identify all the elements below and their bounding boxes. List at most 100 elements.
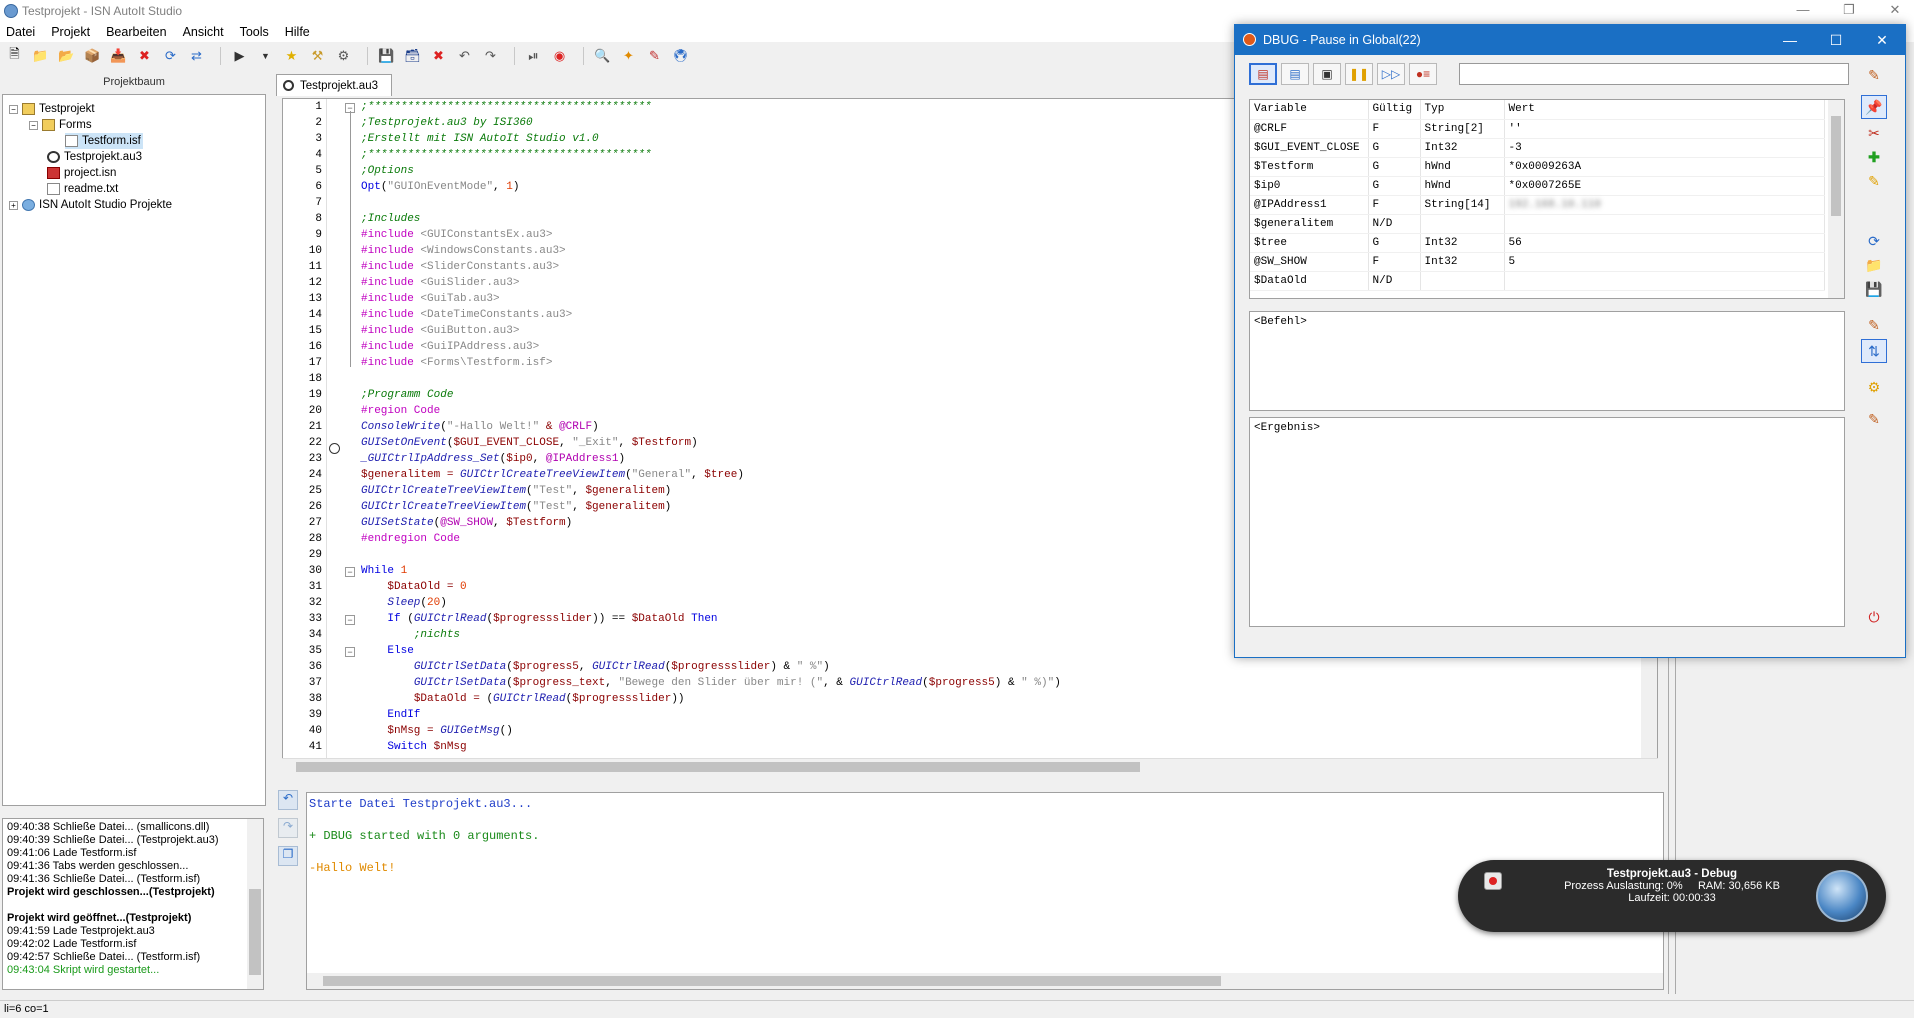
refresh-watch-icon[interactable]: ⟳ xyxy=(1861,229,1887,253)
log-line: 09:43:04 Skript wird gestartet... xyxy=(7,964,160,976)
open-icon[interactable]: 📁 xyxy=(1861,253,1887,277)
sort-icon[interactable]: ⇅ xyxy=(1861,339,1887,363)
menu-ansicht[interactable]: Ansicht xyxy=(183,25,224,39)
tab-testprojekt-au3[interactable]: Testprojekt.au3 xyxy=(276,74,392,96)
stop-debug-button[interactable] xyxy=(1484,872,1502,890)
power-icon[interactable]: ⏻ xyxy=(1861,605,1887,629)
scroll-thumb[interactable] xyxy=(296,762,1140,772)
open-folder-icon[interactable]: 📁 xyxy=(30,46,51,66)
step-into-button[interactable]: ▤ xyxy=(1249,63,1277,85)
save-icon[interactable]: 💾 xyxy=(1861,277,1887,301)
execute-icon[interactable]: ⚙ xyxy=(1861,375,1887,399)
column-header[interactable]: Wert xyxy=(1504,100,1825,120)
variable-row[interactable]: @IPAddress1 F String[14] 192.168.10.110 xyxy=(1250,195,1825,215)
log-scrollbar[interactable] xyxy=(247,819,263,989)
dbug-maximize-icon[interactable]: ☐ xyxy=(1813,25,1859,55)
menu-bearbeiten[interactable]: Bearbeiten xyxy=(106,25,166,39)
settings-icon[interactable]: ⚙ xyxy=(333,46,354,66)
tools-icon[interactable]: ⚒ xyxy=(307,46,328,66)
save-icon[interactable]: 💾 xyxy=(376,46,397,66)
run-icon[interactable]: ▶ xyxy=(229,46,250,66)
step-over-button[interactable]: ▤ xyxy=(1281,63,1309,85)
dbug-minimize-icon[interactable]: — xyxy=(1767,25,1813,55)
variable-row[interactable]: $generalitem N/D xyxy=(1250,214,1825,234)
pause-button[interactable]: ❚❚ xyxy=(1345,63,1373,85)
open-project-icon[interactable]: 📂 xyxy=(56,46,77,66)
pencil-icon[interactable]: ✎ xyxy=(644,46,665,66)
variable-row[interactable]: $ip0 GhWnd *0x0007265E xyxy=(1250,176,1825,196)
close-file-icon[interactable]: ✖ xyxy=(428,46,449,66)
line-number: 41 xyxy=(308,741,322,753)
fold-toggle-icon[interactable]: − xyxy=(345,615,355,625)
column-header[interactable]: Variable xyxy=(1250,100,1369,120)
tree-item-testprojekt[interactable]: − Testprojekt xyxy=(9,101,95,117)
add-icon[interactable]: ✚ xyxy=(1861,145,1887,169)
variable-row[interactable]: @CRLF F String[2] '' xyxy=(1250,119,1825,139)
breakpoint-marker[interactable] xyxy=(329,443,340,454)
menu-tools[interactable]: Tools xyxy=(240,25,269,39)
tree-item-testform[interactable]: Testform.isf xyxy=(65,133,143,149)
compare-icon[interactable]: ⇄ xyxy=(186,46,207,66)
variable-row[interactable]: $Testform GhWnd *0x0009263A xyxy=(1250,157,1825,177)
undo-icon[interactable]: ↶ xyxy=(454,46,475,66)
dbug-close-icon[interactable]: ✕ xyxy=(1859,25,1905,55)
line-number: 1 xyxy=(315,101,322,113)
search-icon[interactable]: 🔍 xyxy=(592,46,613,66)
dbug-expression-input[interactable] xyxy=(1459,63,1849,85)
vartable-scrollbar[interactable] xyxy=(1828,100,1844,298)
log-line: 09:41:36 Schließe Datei... (Testform.isf… xyxy=(7,873,201,885)
variables-table[interactable]: Variable Gültig Typ Wert @CRLF F String[2]… xyxy=(1249,99,1845,299)
scroll-thumb[interactable] xyxy=(1831,116,1841,216)
eraser-icon[interactable]: ✎ xyxy=(1861,63,1887,87)
variable-row[interactable]: $GUI_EVENT_CLOSE G Int32 -3 xyxy=(1250,138,1825,158)
cut-icon[interactable]: ✂ xyxy=(1861,121,1887,145)
new-file-icon[interactable]: 🗎 xyxy=(4,46,25,66)
edit-icon[interactable]: ✎ xyxy=(1861,169,1887,193)
scroll-thumb[interactable] xyxy=(323,976,1221,986)
restore-icon[interactable]: ❐ xyxy=(1832,0,1866,22)
variable-row[interactable]: $tree G Int32 56 xyxy=(1250,233,1825,253)
tree-item-projekte[interactable]: + ISN AutoIt Studio Projekte xyxy=(9,197,172,213)
output-undo-icon[interactable]: ↶ xyxy=(278,790,298,810)
refresh-icon[interactable]: ⟳ xyxy=(160,46,181,66)
scroll-thumb[interactable] xyxy=(249,889,261,975)
save-all-icon[interactable]: 🗃 xyxy=(402,46,423,66)
tree-item-forms[interactable]: − Forms xyxy=(29,117,92,133)
import-icon[interactable]: 📦 xyxy=(82,46,103,66)
continue-button[interactable]: ▷▷ xyxy=(1377,63,1405,85)
play-icon[interactable]: ⏯ xyxy=(523,46,544,66)
favorites-icon[interactable]: ★ xyxy=(281,46,302,66)
window-icon[interactable]: 🖲 xyxy=(670,46,691,66)
output-copy-icon[interactable]: ❐ xyxy=(278,846,298,866)
clear-result-icon[interactable]: ✎ xyxy=(1861,407,1887,431)
magic-icon[interactable]: ✦ xyxy=(618,46,639,66)
export-icon[interactable]: 📥 xyxy=(108,46,129,66)
fold-toggle-icon[interactable]: − xyxy=(345,567,355,577)
stop-icon[interactable]: ◉ xyxy=(549,46,570,66)
run-options-icon[interactable]: ▼ xyxy=(255,46,276,66)
column-header[interactable]: Gültig xyxy=(1368,100,1421,120)
clear-command-icon[interactable]: ✎ xyxy=(1861,313,1887,337)
step-out-button[interactable]: ▣ xyxy=(1313,63,1341,85)
minimize-icon[interactable]: — xyxy=(1786,0,1820,22)
close-icon[interactable]: ✕ xyxy=(1878,0,1912,22)
redo-icon[interactable]: ↷ xyxy=(480,46,501,66)
output-hscrollbar[interactable] xyxy=(307,973,1663,989)
variable-row[interactable]: $DataOld N/D xyxy=(1250,271,1825,291)
tree-item-testprojekt-au3[interactable]: Testprojekt.au3 xyxy=(47,149,142,165)
tree-item-readme[interactable]: readme.txt xyxy=(47,181,118,197)
menu-datei[interactable]: Datei xyxy=(6,25,35,39)
fold-toggle-icon[interactable]: − xyxy=(345,647,355,657)
tree-item-project-isn[interactable]: project.isn xyxy=(47,165,116,181)
breakpoint-button[interactable]: ●≡ xyxy=(1409,63,1437,85)
befehl-box[interactable]: <Befehl> xyxy=(1249,311,1845,411)
output-redo-icon[interactable]: ↷ xyxy=(278,818,298,838)
variable-row[interactable]: @SW_SHOW F Int32 5 xyxy=(1250,252,1825,272)
code-line: $generalitem = GUICtrlCreateTreeViewItem… xyxy=(361,469,744,481)
editor-hscrollbar[interactable] xyxy=(282,758,1658,774)
close-project-icon[interactable]: ✖ xyxy=(134,46,155,66)
menu-projekt[interactable]: Projekt xyxy=(51,25,90,39)
pin-icon[interactable]: 📌 xyxy=(1861,95,1887,119)
menu-hilfe[interactable]: Hilfe xyxy=(285,25,310,39)
column-header[interactable]: Typ xyxy=(1420,100,1505,120)
